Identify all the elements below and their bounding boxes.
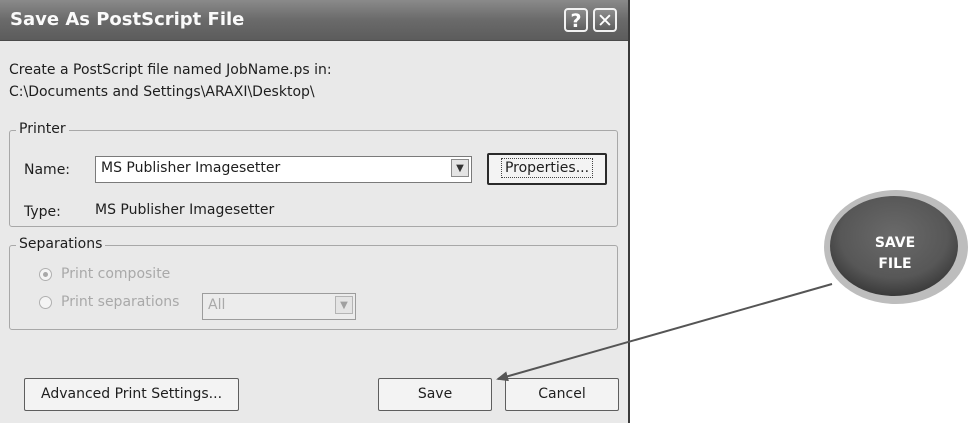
callout-line-2: FILE bbox=[878, 256, 912, 272]
callout-line-1: SAVE bbox=[874, 235, 916, 251]
callout-label: SAVE FILE bbox=[855, 233, 935, 275]
